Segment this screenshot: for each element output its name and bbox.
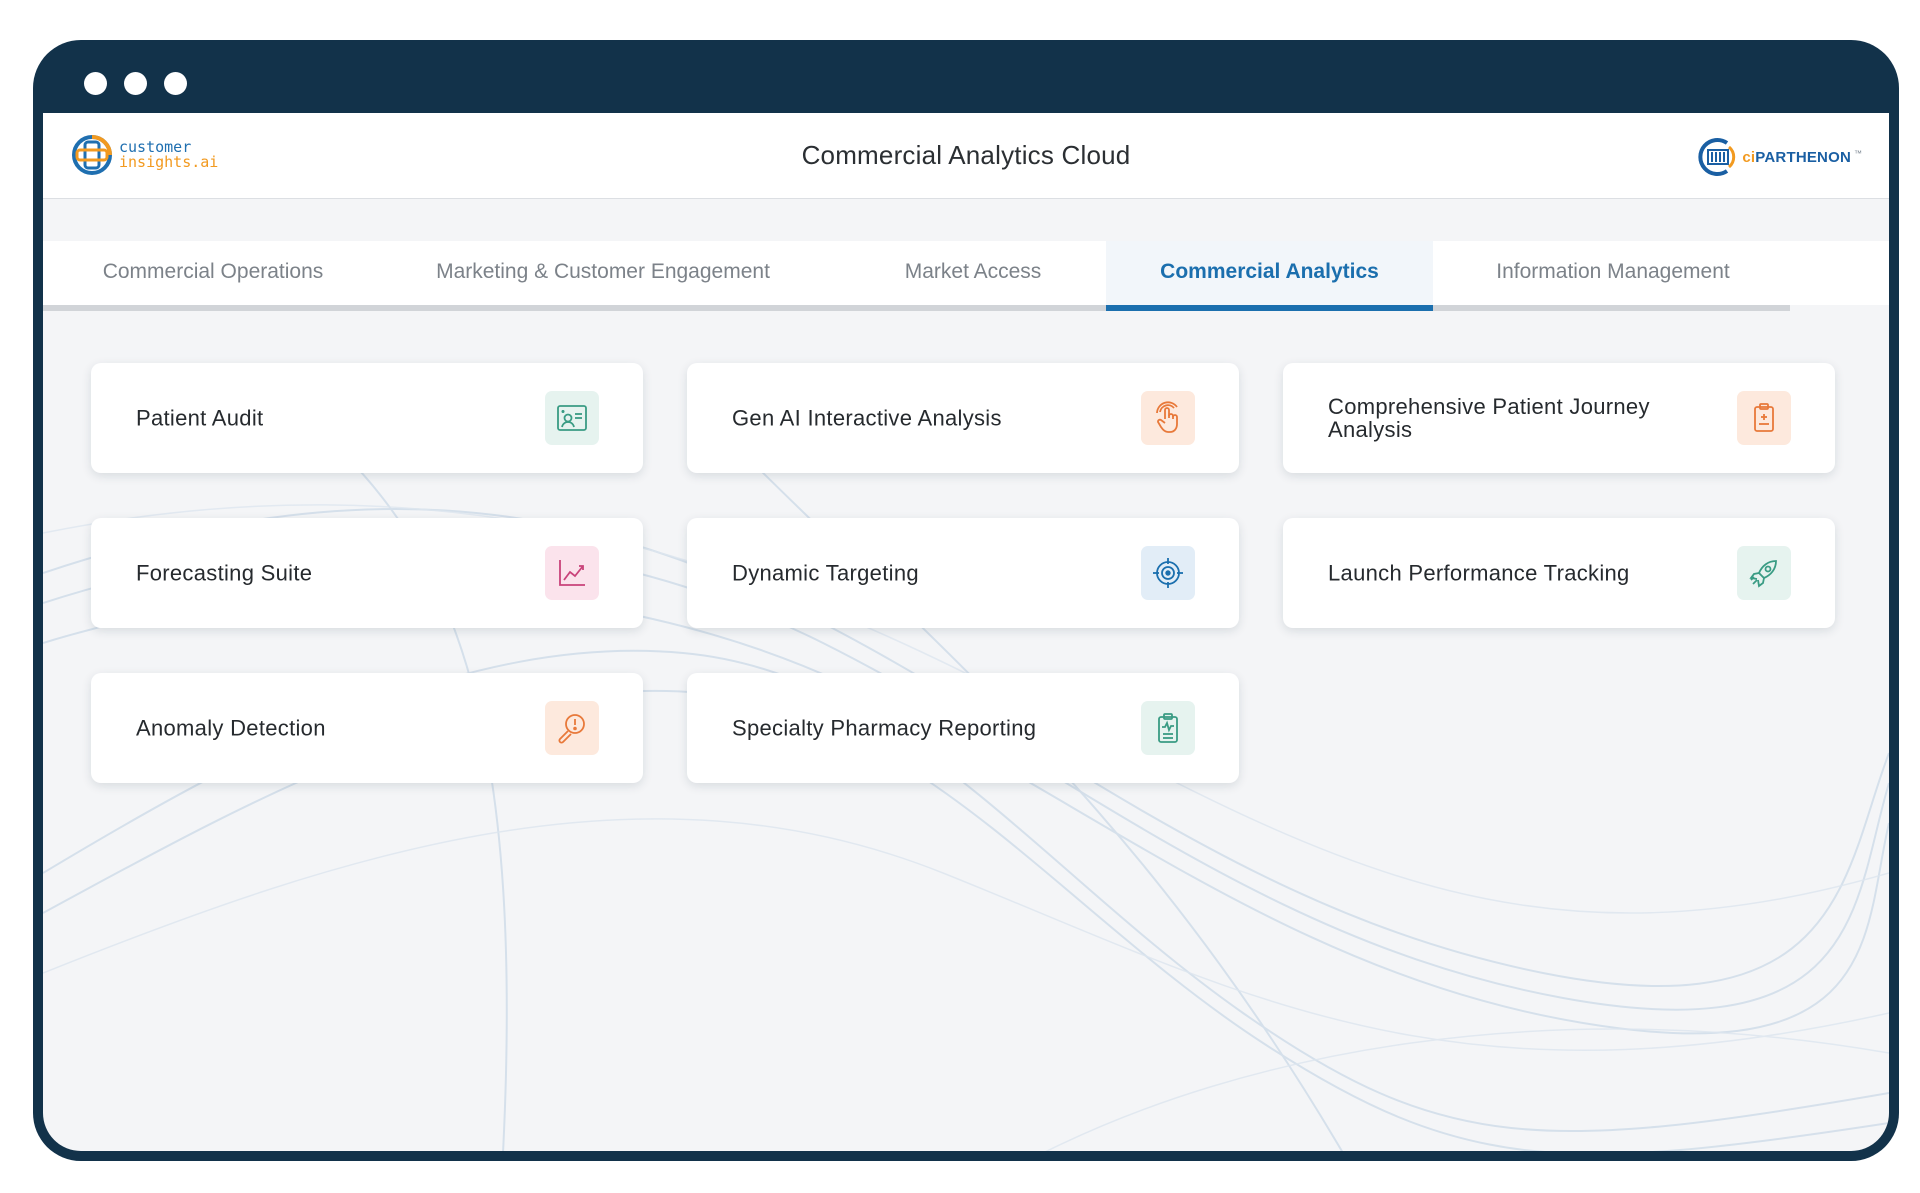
card-forecasting-suite[interactable]: Forecasting Suite	[91, 518, 643, 628]
magnifier-alert-icon	[545, 701, 599, 755]
card-launch-performance-tracking[interactable]: Launch Performance Tracking	[1283, 518, 1835, 628]
tab-marketing-customer-engagement[interactable]: Marketing & Customer Engagement	[403, 241, 803, 311]
patient-profile-icon	[545, 391, 599, 445]
card-gen-ai-interactive-analysis[interactable]: Gen AI Interactive Analysis	[687, 363, 1239, 473]
card-label: Patient Audit	[136, 407, 516, 430]
ciparthenon-logo[interactable]: ciPARTHENON ™	[1697, 135, 1862, 179]
card-label: Launch Performance Tracking	[1328, 562, 1708, 585]
trend-chart-icon	[545, 546, 599, 600]
card-label: Anomaly Detection	[136, 717, 516, 740]
tab-commercial-analytics[interactable]: Commercial Analytics	[1106, 241, 1433, 311]
tab-information-management[interactable]: Information Management	[1453, 241, 1773, 311]
card-comprehensive-patient-journey-analysis[interactable]: Comprehensive Patient Journey Analysis	[1283, 363, 1835, 473]
page-title: Commercial Analytics Cloud	[43, 140, 1889, 171]
tab-commercial-operations[interactable]: Commercial Operations	[63, 241, 363, 311]
card-dynamic-targeting[interactable]: Dynamic Targeting	[687, 518, 1239, 628]
browser-frame: customer insights.ai Commercial Analytic…	[33, 40, 1899, 1161]
touch-gesture-icon	[1141, 391, 1195, 445]
window-dot-3[interactable]	[164, 72, 187, 95]
window-dot-1[interactable]	[84, 72, 107, 95]
app-header: customer insights.ai Commercial Analytic…	[43, 113, 1889, 199]
ciparthenon-logo-icon	[1697, 135, 1739, 179]
card-label: Comprehensive Patient Journey Analysis	[1328, 395, 1708, 441]
clipboard-icon	[1737, 391, 1791, 445]
card-label: Specialty Pharmacy Reporting	[732, 717, 1112, 740]
tab-market-access[interactable]: Market Access	[873, 241, 1073, 311]
card-label: Gen AI Interactive Analysis	[732, 407, 1112, 430]
ciparthenon-logo-text: ciPARTHENON	[1742, 149, 1851, 166]
card-label: Forecasting Suite	[136, 562, 516, 585]
card-specialty-pharmacy-reporting[interactable]: Specialty Pharmacy Reporting	[687, 673, 1239, 783]
report-clipboard-icon	[1141, 701, 1195, 755]
card-patient-audit[interactable]: Patient Audit	[91, 363, 643, 473]
window-controls	[84, 72, 187, 95]
target-icon	[1141, 546, 1195, 600]
rocket-icon	[1737, 546, 1791, 600]
trademark-symbol: ™	[1854, 149, 1862, 158]
window-dot-2[interactable]	[124, 72, 147, 95]
card-label: Dynamic Targeting	[732, 562, 1112, 585]
card-anomaly-detection[interactable]: Anomaly Detection	[91, 673, 643, 783]
app-screen: customer insights.ai Commercial Analytic…	[43, 113, 1889, 1151]
